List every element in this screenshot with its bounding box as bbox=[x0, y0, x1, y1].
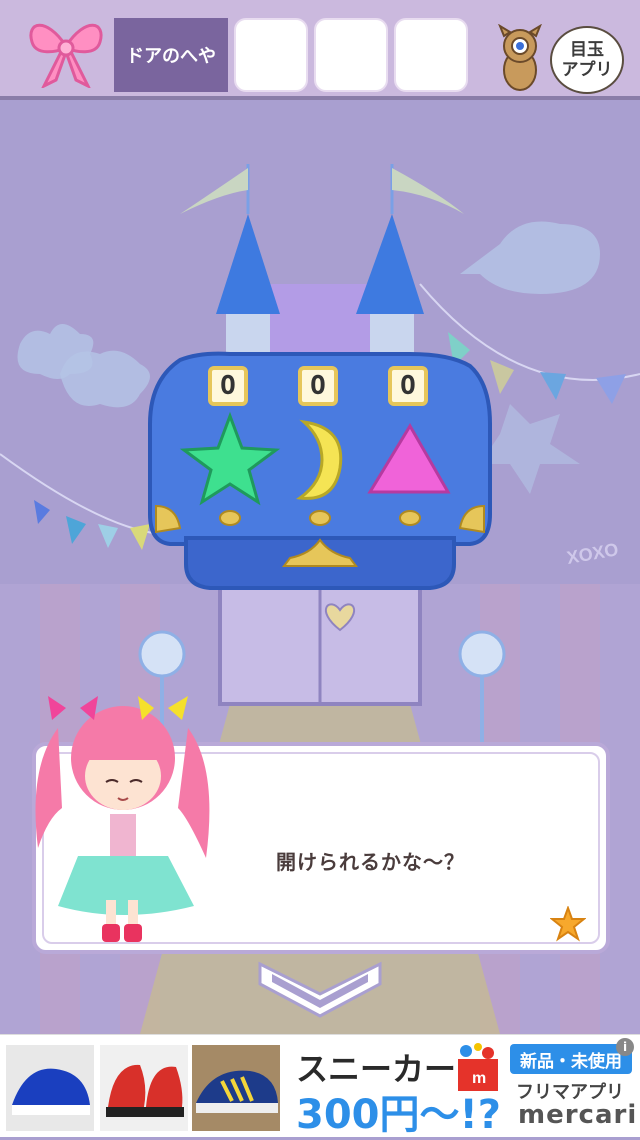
lock-letter-3[interactable]: O bbox=[388, 366, 428, 406]
ad-tag: 新品・未使用 bbox=[510, 1044, 632, 1074]
sneaker-image-2 bbox=[100, 1045, 188, 1131]
inventory-slot-3[interactable] bbox=[394, 18, 468, 92]
inventory-slot-2[interactable] bbox=[314, 18, 388, 92]
top-bar: ドアのへや 目玉 アプリ bbox=[0, 0, 640, 100]
girl-character bbox=[35, 696, 210, 942]
ad-info-icon[interactable]: i bbox=[616, 1038, 634, 1056]
ribbon-menu-icon[interactable] bbox=[26, 16, 106, 88]
sneaker-image-3 bbox=[192, 1045, 280, 1131]
star-icon[interactable] bbox=[550, 906, 586, 942]
ad-price: 300円～!? bbox=[296, 1092, 501, 1138]
lock-letter-2[interactable]: O bbox=[298, 366, 338, 406]
next-arrow-button[interactable] bbox=[258, 960, 382, 1018]
more-apps-button[interactable]: 目玉 アプリ bbox=[550, 26, 624, 94]
current-room-label: ドアのへや bbox=[114, 18, 228, 92]
ad-brand: mercari bbox=[518, 1100, 638, 1130]
mascot-icon[interactable] bbox=[490, 24, 550, 94]
dialog-message: 開けられるかな～？ bbox=[276, 850, 465, 874]
sneaker-image-1 bbox=[6, 1045, 94, 1131]
xoxo-doodle: XOXO bbox=[565, 539, 620, 568]
app-bubble-line2: アプリ bbox=[561, 60, 613, 80]
app-bubble-line1: 目玉 bbox=[570, 40, 604, 60]
lock-letter-1[interactable]: O bbox=[208, 366, 248, 406]
inventory-slot-1[interactable] bbox=[234, 18, 308, 92]
